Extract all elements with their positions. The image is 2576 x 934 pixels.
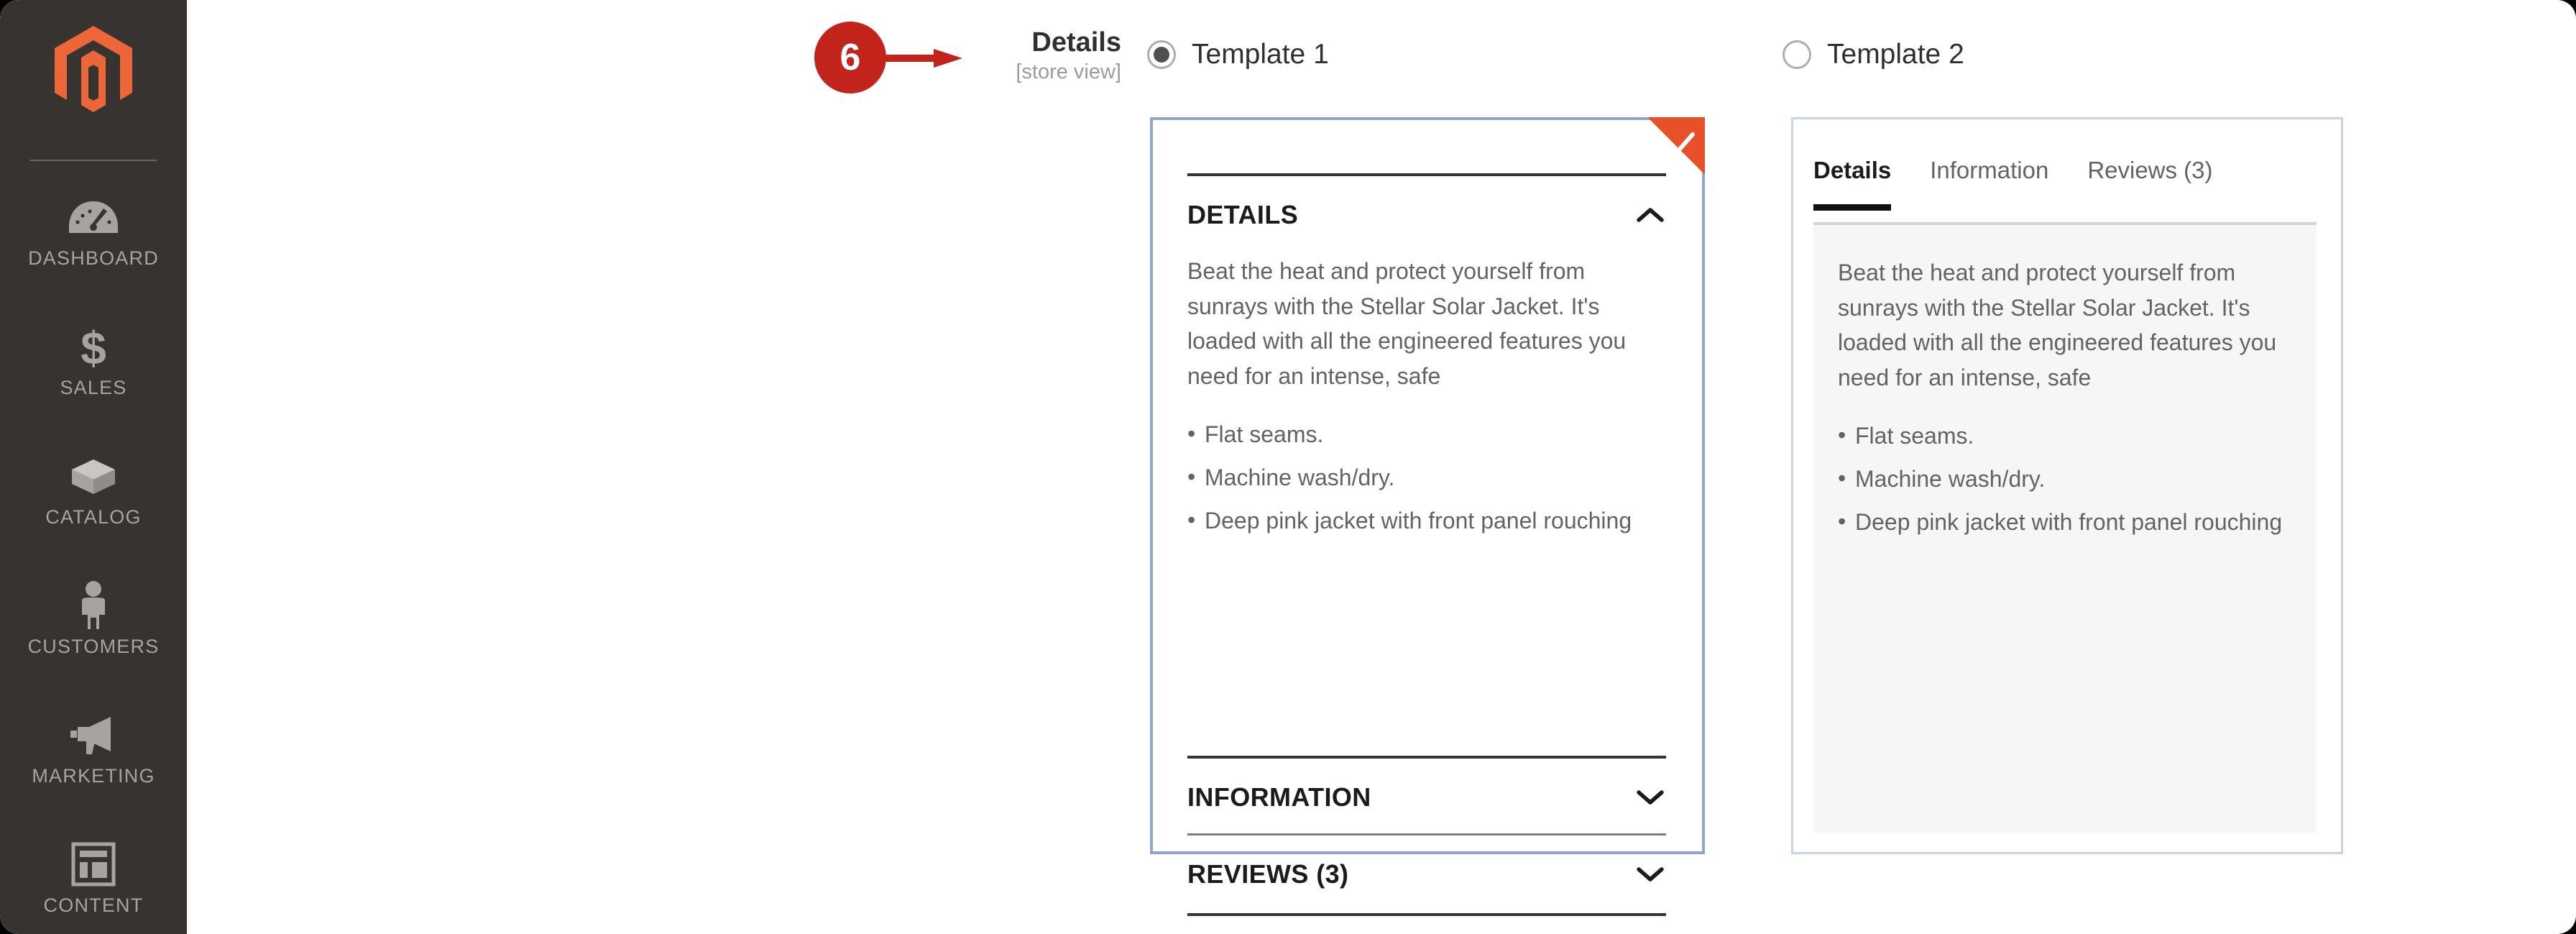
accordion-rule [1187,913,1666,916]
radio-unselected-icon[interactable] [1782,40,1811,69]
person-icon [75,580,112,631]
list-item: Deep pink jacket with front panel rouchi… [1187,503,1666,538]
accordion-information: INFORMATION [1187,756,1666,836]
step-number-badge: 6 [814,22,886,93]
dashboard-gauge-icon [68,191,119,243]
list-item: Deep pink jacket with front panel rouchi… [1838,504,2292,539]
check-icon [1665,132,1695,155]
sidebar-item-sales[interactable]: $ SALES [0,311,187,440]
list-item: Machine wash/dry. [1187,459,1666,495]
dollar-sign-icon: $ [73,321,114,372]
accordion-details-body: Beat the heat and protect yourself from … [1187,254,1666,558]
details-paragraph: Beat the heat and protect yourself from … [1838,260,2277,390]
tab-information[interactable]: Information [1930,157,2048,211]
list-item: Machine wash/dry. [1838,461,2292,496]
sidebar-item-content[interactable]: CONTENT [0,828,187,934]
radio-template-1-label: Template 1 [1192,39,1329,70]
radio-template-2[interactable]: Template 2 [1782,39,1964,70]
layout-icon [70,838,116,890]
accordion-reviews-header[interactable]: REVIEWS (3) [1187,835,1666,913]
template-2-preview-card[interactable]: Details Information Reviews (3) Beat the… [1791,117,2343,854]
sidebar-item-label: MARKETING [32,765,155,787]
radio-selected-icon[interactable] [1147,40,1176,69]
tab-reviews[interactable]: Reviews (3) [2087,157,2212,211]
chevron-up-icon[interactable] [1634,204,1666,226]
admin-sidebar: DASHBOARD $ SALES CATALOG CUSTOMERS MARK… [0,0,187,934]
sidebar-item-customers[interactable]: CUSTOMERS [0,569,187,699]
sidebar-item-label: CONTENT [43,894,144,916]
box-icon [68,450,119,502]
svg-text:$: $ [80,323,106,370]
radio-template-1[interactable]: Template 1 [1147,39,1329,70]
sidebar-item-label: DASHBOARD [28,247,159,269]
page-root: DASHBOARD $ SALES CATALOG CUSTOMERS MARK… [0,0,2576,934]
accordion-details: DETAILS Beat the heat and protect yourse… [1187,173,1666,558]
magento-logo-icon [55,26,132,112]
template-2-tablist: Details Information Reviews (3) [1813,157,2317,211]
sidebar-item-label: CATALOG [45,506,142,528]
sidebar-item-label: SALES [60,377,127,398]
radio-template-2-label: Template 2 [1827,39,1964,70]
accordion-information-title: INFORMATION [1187,782,1371,812]
details-paragraph: Beat the heat and protect yourself from … [1187,258,1627,389]
accordion-information-header[interactable]: INFORMATION [1187,759,1666,836]
list-item: Flat seams. [1838,418,2292,453]
details-bullet-list: Flat seams. Machine wash/dry. Deep pink … [1187,416,1666,538]
template-1-preview-card[interactable]: DETAILS Beat the heat and protect yourse… [1150,117,1705,916]
sidebar-item-dashboard[interactable]: DASHBOARD [0,181,187,311]
list-item: Flat seams. [1187,416,1666,452]
sidebar-nav: DASHBOARD $ SALES CATALOG CUSTOMERS MARK… [0,181,187,934]
field-label: Details [store view] [891,27,1121,84]
sidebar-item-catalog[interactable]: CATALOG [0,440,187,569]
accordion-reviews-title: REVIEWS (3) [1187,859,1349,889]
megaphone-icon [68,709,119,761]
accordion-reviews: REVIEWS (3) [1187,833,1666,916]
field-label-text: Details [1031,27,1121,58]
sidebar-item-label: CUSTOMERS [27,636,160,657]
chevron-down-icon[interactable] [1634,787,1666,808]
accordion-details-title: DETAILS [1187,200,1299,229]
chevron-down-icon[interactable] [1634,864,1666,885]
tab-details[interactable]: Details [1813,157,1892,211]
sidebar-divider [30,160,157,161]
magento-logo[interactable] [0,26,187,115]
template-2-tabpanel: Beat the heat and protect yourself from … [1813,225,2317,833]
accordion-details-header[interactable]: DETAILS [1187,176,1666,254]
details-bullet-list: Flat seams. Machine wash/dry. Deep pink … [1838,418,2292,539]
field-scope-text: [store view] [1016,60,1121,83]
sidebar-item-marketing[interactable]: MARKETING [0,699,187,828]
